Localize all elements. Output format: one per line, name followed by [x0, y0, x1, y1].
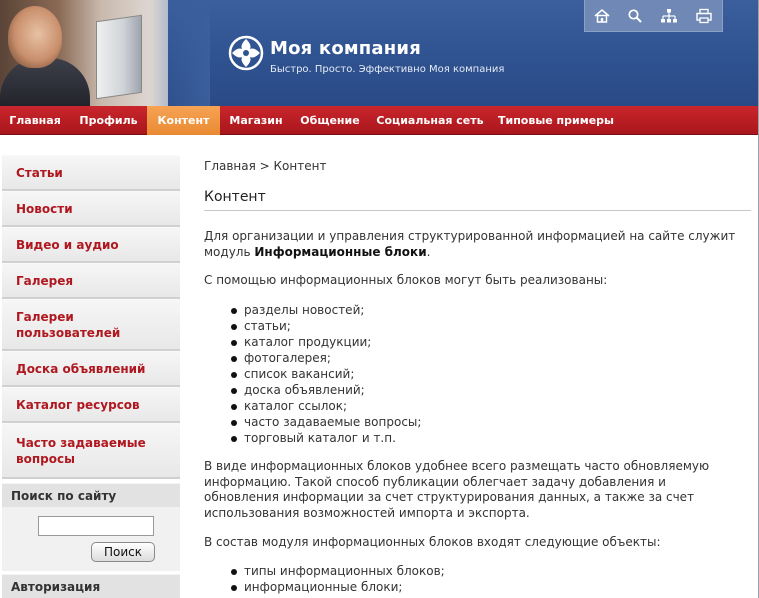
- list-item: фотогалерея;: [230, 350, 421, 366]
- auth-block-title: Авторизация: [2, 574, 180, 598]
- sidebar-item-user-galleries[interactable]: Галереи пользователей: [2, 299, 180, 351]
- sidebar-item-label: Часто задаваемые вопросы: [16, 435, 146, 466]
- sidebar-item-news[interactable]: Новости: [2, 191, 180, 227]
- list-item: доска объявлений;: [230, 382, 421, 398]
- nav-item-home[interactable]: Главная: [0, 106, 70, 135]
- sidebar-item-label: Галерея: [16, 273, 74, 288]
- search-block: Поиск: [2, 507, 180, 571]
- sidebar: Статьи Новости Видео и аудио Галерея Гал…: [0, 135, 181, 598]
- search-block-title: Поиск по сайту: [2, 483, 180, 507]
- list-item: информационные блоки;: [230, 579, 445, 595]
- nav-item-profile[interactable]: Профиль: [70, 106, 147, 135]
- company-slogan: Быстро. Просто. Эффективно Моя компания: [270, 64, 505, 75]
- nav-item-shop[interactable]: Магазин: [220, 106, 292, 135]
- photo-monitor: [96, 14, 142, 100]
- sidebar-item-label: Каталог ресурсов: [16, 397, 140, 412]
- main-content: Главная > Контент Контент Для организаци…: [204, 135, 752, 598]
- search-button[interactable]: Поиск: [91, 542, 155, 562]
- paragraph-capabilities: С помощью информационных блоков могут бы…: [204, 273, 608, 287]
- search-icon[interactable]: [626, 7, 644, 25]
- sidebar-item-video-audio[interactable]: Видео и аудио: [2, 227, 180, 263]
- nav-item-community[interactable]: Общение: [292, 106, 368, 135]
- sidebar-item-label: Статьи: [16, 165, 63, 180]
- sidebar-item-label: Новости: [16, 201, 73, 216]
- intro-paragraph: Для организации и управления структуриро…: [204, 229, 748, 260]
- page-title: Контент: [204, 189, 266, 205]
- objects-list: типы информационных блоков; информационн…: [230, 563, 445, 595]
- sidebar-item-resource-catalog[interactable]: Каталог ресурсов: [2, 387, 180, 423]
- sidebar-item-gallery[interactable]: Галерея: [2, 263, 180, 299]
- sidebar-item-articles[interactable]: Статьи: [2, 155, 180, 191]
- header-toolbar: [584, 0, 723, 32]
- home-icon[interactable]: [593, 7, 611, 25]
- capabilities-list: разделы новостей; статьи; каталог продук…: [230, 302, 421, 446]
- company-logo-icon[interactable]: [228, 35, 264, 71]
- list-item: типы информационных блоков;: [230, 563, 445, 579]
- list-item: торговый каталог и т.п.: [230, 430, 421, 446]
- header-photo-fade: [150, 0, 210, 106]
- list-item: список вакансий;: [230, 366, 421, 382]
- list-item: статьи;: [230, 318, 421, 334]
- list-item: часто задаваемые вопросы;: [230, 414, 421, 430]
- sidebar-item-label: Видео и аудио: [16, 237, 119, 252]
- nav-item-content[interactable]: Контент: [147, 106, 220, 135]
- nav-item-social-network[interactable]: Социальная сеть: [368, 106, 492, 135]
- search-input[interactable]: [38, 516, 154, 536]
- list-item: каталог продукции;: [230, 334, 421, 350]
- sidebar-item-label: Доска объявлений: [16, 361, 146, 376]
- photo-person-head: [8, 6, 62, 68]
- company-name[interactable]: Моя компания: [270, 38, 421, 59]
- list-item: каталог ссылок;: [230, 398, 421, 414]
- breadcrumb[interactable]: Главная > Контент: [204, 159, 326, 173]
- paragraph-publishing: В виде информационных блоков удобнее все…: [204, 459, 710, 520]
- sitemap-icon[interactable]: [660, 7, 678, 25]
- paragraph-objects: В состав модуля информационных блоков вх…: [204, 535, 661, 549]
- header-photo: [0, 0, 168, 106]
- site-header: Моя компания Быстро. Просто. Эффективно …: [0, 0, 759, 106]
- intro-bold-term: Информационные блоки: [254, 244, 427, 259]
- top-navigation: Главная Профиль Контент Магазин Общение …: [0, 106, 759, 135]
- intro-end: .: [426, 244, 431, 259]
- nav-item-examples[interactable]: Типовые примеры: [492, 106, 620, 135]
- print-icon[interactable]: [695, 7, 713, 25]
- title-divider: [204, 210, 751, 211]
- sidebar-item-faq[interactable]: Часто задаваемые вопросы: [2, 423, 180, 479]
- sidebar-item-label: Галереи пользователей: [16, 309, 121, 340]
- sidebar-item-classifieds[interactable]: Доска объявлений: [2, 351, 180, 387]
- list-item: разделы новостей;: [230, 302, 421, 318]
